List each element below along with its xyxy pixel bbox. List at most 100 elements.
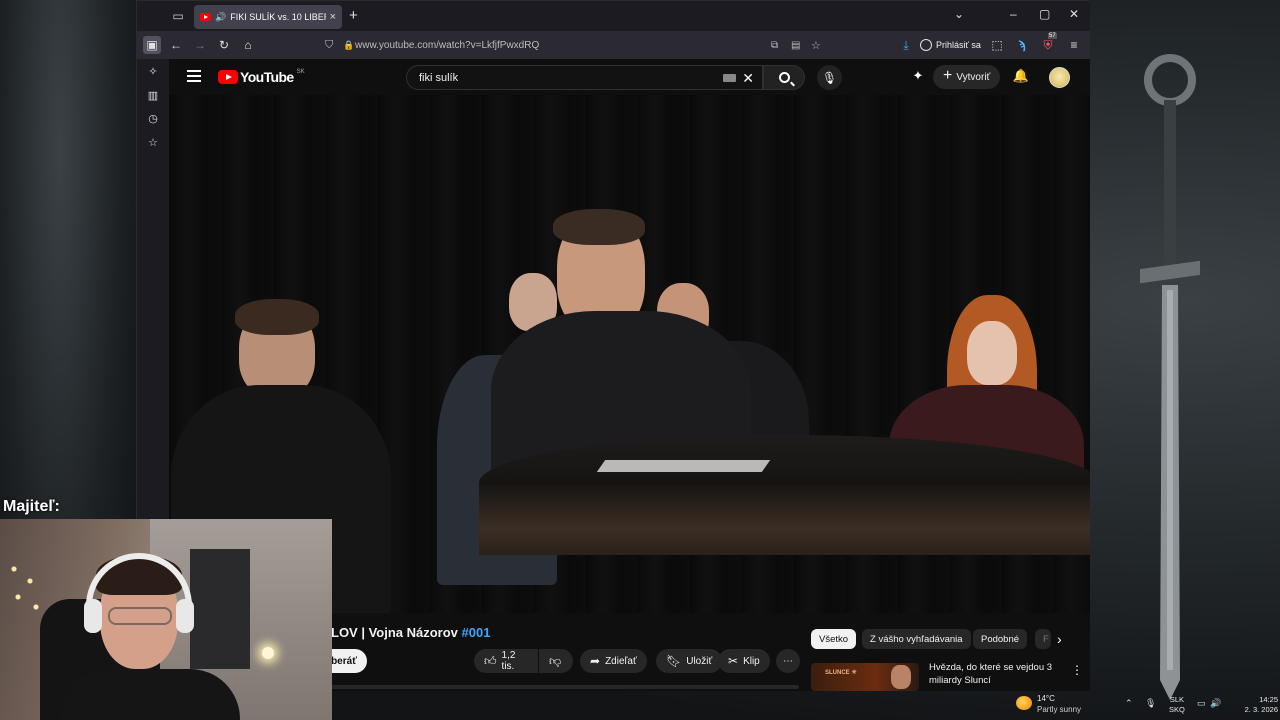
close-tab-icon[interactable]: × [330, 11, 336, 23]
fairy-lights [4, 559, 44, 619]
chip-more[interactable]: F [1035, 629, 1051, 649]
video-title-text: LOV | Vojna Názorov [331, 625, 458, 640]
chip-from-search[interactable]: Z vášho vyhľadávania [862, 629, 971, 649]
recommended-menu-icon[interactable]: ⋮ [1071, 663, 1083, 677]
display-icon[interactable]: ▭ [1197, 698, 1206, 709]
voice-search-button[interactable]: 🎙 [817, 65, 842, 90]
round-table [479, 435, 1090, 555]
description-bar[interactable] [299, 685, 799, 689]
share-icon: ➦ [590, 654, 601, 668]
search-button[interactable] [763, 65, 805, 90]
weather-condition[interactable]: Partly sunny [1037, 705, 1081, 714]
maximize-button[interactable]: ▢ [1039, 7, 1050, 21]
chip-related[interactable]: Podobné [973, 629, 1028, 649]
home-icon[interactable]: ⌂ [239, 36, 257, 54]
microphone-icon: 🎙 [821, 70, 838, 85]
clip-button[interactable]: ✂ Klip [718, 649, 770, 673]
plus-icon: + [943, 67, 953, 84]
thumbnail-face [891, 665, 911, 689]
clock-date: 2. 3. 2026 [1244, 705, 1278, 714]
minimize-button[interactable]: – [1010, 7, 1017, 21]
thumbnail-label: SLUNCE ☀ [825, 670, 857, 676]
translate-extension-icon[interactable]: ϡ [1013, 36, 1031, 54]
dislike-button[interactable]: 👎︎ [539, 649, 573, 673]
close-window-button[interactable]: ✕ [1069, 7, 1079, 21]
pip-icon[interactable]: ⧉ [771, 40, 778, 51]
cam-shelf [190, 549, 250, 669]
language-indicator[interactable]: SLK SKQ [1169, 695, 1185, 715]
temperature[interactable]: 14°C [1037, 694, 1055, 703]
user-avatar[interactable] [1049, 67, 1070, 88]
more-dots-icon: ⋯ [783, 655, 793, 667]
weather-sun-icon[interactable] [1016, 696, 1032, 710]
sword-wallpaper [1140, 54, 1200, 700]
search-icon [778, 72, 790, 83]
hamburger-menu-icon[interactable] [187, 70, 201, 82]
downloads-icon[interactable]: ⤓ [897, 36, 915, 54]
save-button[interactable]: 🔖︎ Uložiť [656, 649, 723, 673]
create-label: Vytvoriť [956, 71, 991, 83]
ublock-icon[interactable]: ⛨ 57 [1039, 33, 1057, 54]
ai-sparkle-icon[interactable]: ✧ [145, 65, 161, 81]
clock[interactable]: 14:25 2. 3. 2026 [1232, 695, 1278, 715]
notifications-bell-icon[interactable]: 🔔 [1012, 68, 1030, 86]
sign-in-button[interactable]: Prihlásiť sa [920, 36, 981, 54]
thumbs-up-icon: 👍︎ [484, 653, 497, 668]
search-input[interactable]: fiki sulík ✕ [406, 65, 763, 90]
save-label: Uložiť [686, 655, 713, 667]
share-button[interactable]: ➦ Zdieľať [580, 649, 647, 673]
new-tab-button[interactable]: + [349, 7, 358, 24]
like-button[interactable]: 👍︎ 1,2 tis. [474, 649, 538, 673]
mic-tray-icon[interactable]: 🎙 [1145, 698, 1156, 709]
scissors-icon: ✂ [728, 654, 739, 668]
synced-tabs-icon[interactable]: ▥ [145, 89, 161, 105]
shield-icon[interactable]: ⛉ [325, 39, 333, 52]
streamer-shirt [60, 669, 240, 720]
bookmark-star-icon[interactable]: ☆ [811, 39, 821, 52]
tab-overview-icon[interactable]: ▭ [167, 5, 189, 27]
recommended-title[interactable]: Hvězda, do které se vejdou 3 miliardy Sl… [929, 661, 1069, 687]
reload-icon[interactable]: ↻ [215, 36, 233, 54]
paper-sheet [596, 460, 771, 472]
tab-title: FIKI SULÍK vs. 10 LIBERÁLOV [230, 12, 325, 22]
lock-icon[interactable]: 🔒 [343, 40, 354, 51]
browser-tab-active[interactable]: 🔊 FIKI SULÍK vs. 10 LIBERÁLOV × [194, 5, 342, 29]
back-icon[interactable]: ← [167, 36, 185, 54]
forward-icon[interactable]: → [191, 36, 209, 54]
history-icon[interactable]: ◷ [145, 112, 161, 128]
url-text: www.youtube.com/watch?v=LkfjfPwxdRQ [355, 39, 540, 51]
recommended-thumbnail[interactable]: SLUNCE ☀ [811, 663, 919, 691]
language-secondary: SKQ [1169, 705, 1185, 714]
address-bar[interactable]: ⛉ 🔒 www.youtube.com/watch?v=LkfjfPwxdRQ … [321, 34, 831, 56]
youtube-logo[interactable]: YouTube SK [218, 69, 305, 85]
video-hashtag[interactable]: #001 [462, 625, 491, 640]
chips-next-chevron-icon[interactable]: › [1057, 631, 1062, 647]
sidebar-toggle-icon[interactable]: ▣ [143, 36, 161, 54]
sparkle-ai-icon[interactable]: ✦ [909, 68, 927, 86]
extension-badge: 57 [1048, 33, 1057, 39]
reader-icon[interactable]: ▤ [791, 40, 800, 51]
more-actions-button[interactable]: ⋯ [776, 649, 800, 673]
headphone-cup-left [84, 599, 102, 633]
menu-icon[interactable]: ≡ [1065, 36, 1083, 54]
navigation-bar: ▣ ← → ↻ ⌂ ⛉ 🔒 www.youtube.com/watch?v=Lk… [137, 31, 1090, 59]
youtube-play-icon [218, 70, 238, 84]
tray-chevron-icon[interactable]: ⌃ [1125, 698, 1133, 709]
youtube-header: YouTube SK fiki sulík ✕ 🎙 ✦ + Vytvoriť 🔔 [169, 59, 1090, 95]
extensions-icon[interactable]: ⬚ [988, 36, 1006, 54]
chip-all[interactable]: Všetko [811, 629, 857, 649]
account-icon [920, 39, 932, 51]
video-title: LOV | Vojna Názorov #001 [331, 625, 490, 640]
webcam-overlay [0, 519, 332, 720]
create-button[interactable]: + Vytvoriť [933, 65, 1001, 89]
likes-count: 1,2 tis. [501, 650, 516, 672]
keyboard-icon[interactable] [723, 74, 736, 82]
youtube-wordmark: YouTube [240, 69, 294, 85]
bookmarks-star-icon[interactable]: ☆ [145, 136, 161, 152]
bookmark-icon: 🔖︎ [666, 654, 682, 668]
speaker-tray-icon[interactable]: 🔊 [1210, 698, 1221, 709]
speaker-icon[interactable]: 🔊 [215, 12, 226, 23]
youtube-favicon-icon [200, 13, 211, 21]
tab-list-chevron-icon[interactable]: ⌄ [954, 7, 964, 21]
clear-search-icon[interactable]: ✕ [742, 70, 754, 87]
